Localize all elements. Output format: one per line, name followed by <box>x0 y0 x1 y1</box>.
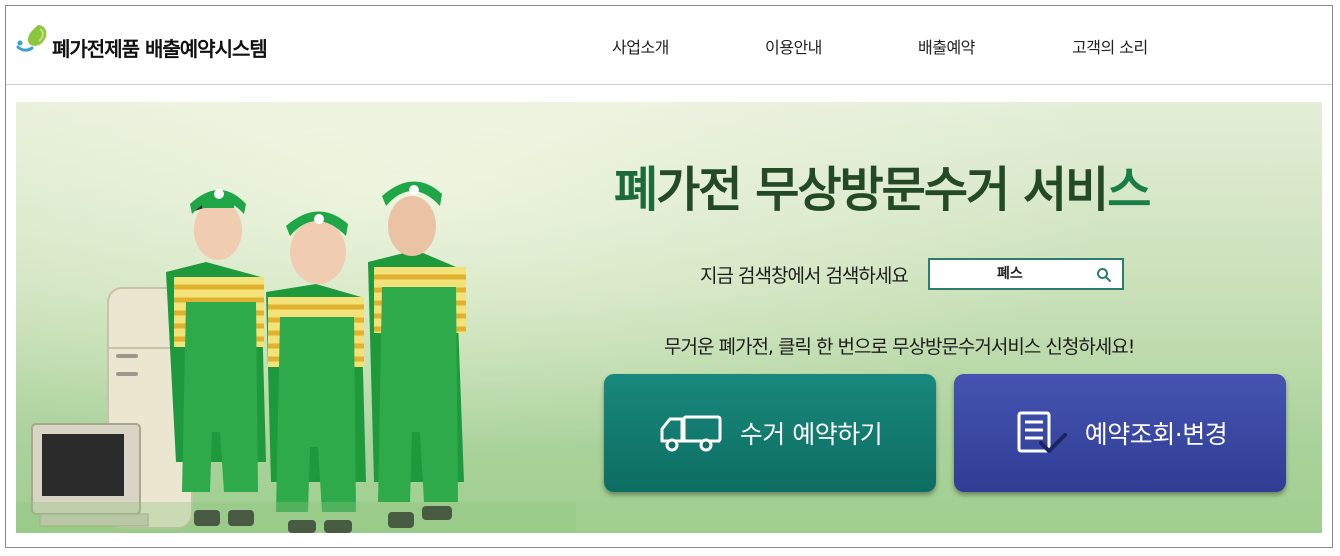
truck-icon <box>660 415 722 452</box>
site-header: 폐가전제품 배출예약시스템 사업소개 이용안내 배출예약 고객의 소리 <box>6 6 1332 85</box>
headline-part-1: 폐 <box>614 162 658 218</box>
headline-part-2: 가전 무상방문수거 서비 <box>656 162 1109 218</box>
nav-item-about[interactable]: 사업소개 <box>612 34 669 58</box>
hero-tagline: 무거운 폐가전, 클릭 한 번으로 무상방문수거서비스 신청하세요! <box>664 336 1135 358</box>
page-frame: 폐가전제품 배출예약시스템 사업소개 이용안내 배출예약 고객의 소리 폐가전 … <box>5 5 1333 548</box>
mascot-illustration <box>16 181 576 533</box>
leaf-drop-icon <box>16 25 47 52</box>
hero-banner: 폐가전 무상방문수거 서비스 지금 검색창에서 검색하세요 폐스 무거운 폐가전… <box>16 102 1322 533</box>
search-row: 지금 검색창에서 검색하세요 폐스 <box>700 258 1124 290</box>
document-check-icon <box>1017 411 1067 453</box>
collection-reservation-label: 수거 예약하기 <box>739 420 883 449</box>
nav-item-customer-voice[interactable]: 고객의 소리 <box>1072 34 1148 58</box>
headline-part-3: 스 <box>1107 162 1151 218</box>
nav-item-reservation[interactable]: 배출예약 <box>918 34 975 58</box>
search-label: 지금 검색창에서 검색하세요 <box>700 264 909 287</box>
nav-item-guide[interactable]: 이용안내 <box>765 34 822 58</box>
search-icon[interactable] <box>1096 267 1112 283</box>
reservation-lookup-label: 예약조회·변경 <box>1084 420 1228 449</box>
search-input[interactable]: 폐스 <box>927 258 1124 290</box>
search-input-value[interactable]: 폐스 <box>930 260 1090 288</box>
collection-reservation-button[interactable]: 수거 예약하기 <box>604 374 936 492</box>
reservation-lookup-button[interactable]: 예약조회·변경 <box>954 374 1286 492</box>
mascot-person-right <box>368 181 466 528</box>
site-logo[interactable]: 폐가전제품 배출예약시스템 <box>16 16 268 66</box>
mascot-person-middle <box>266 211 366 533</box>
site-title: 폐가전제품 배출예약시스템 <box>52 36 268 61</box>
hero-headline: 폐가전 무상방문수거 서비스 <box>614 150 1254 220</box>
